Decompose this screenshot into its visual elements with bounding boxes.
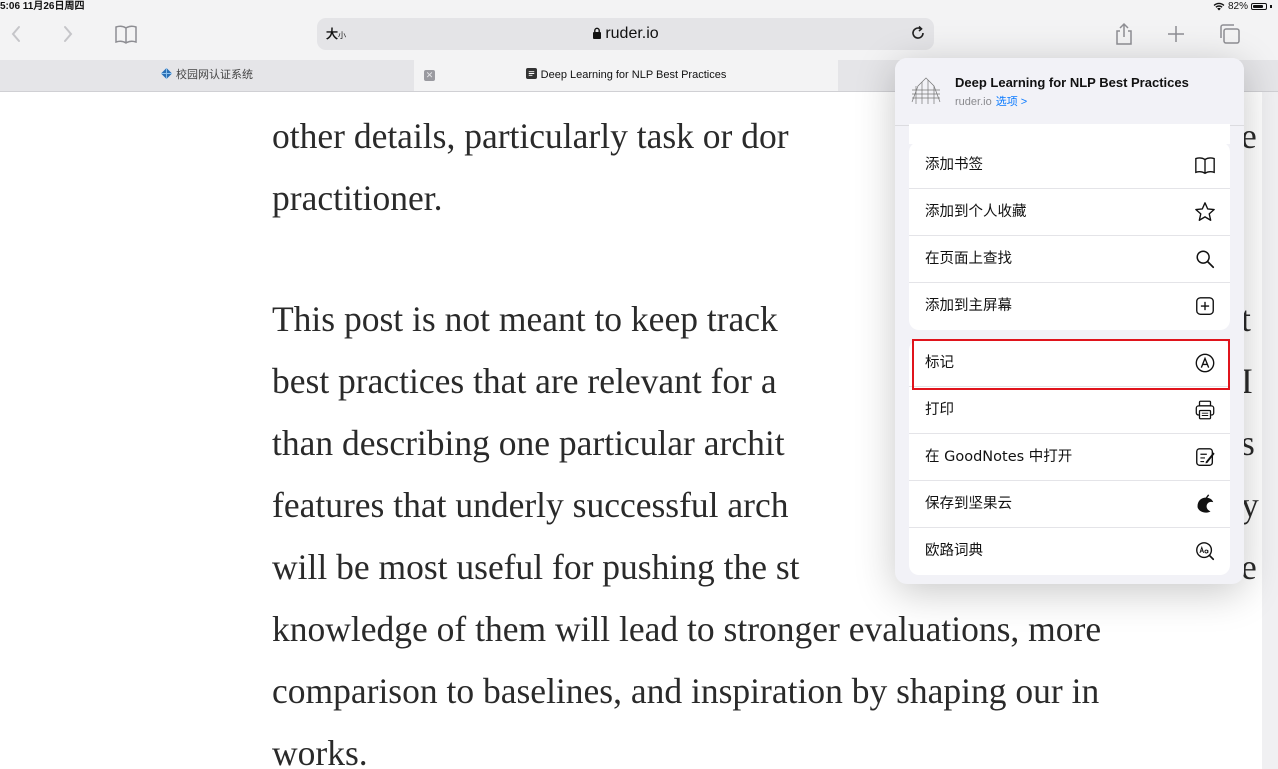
lock-icon	[593, 27, 602, 39]
action-label: 在 GoodNotes 中打开	[925, 449, 1073, 465]
forward-button[interactable]	[60, 20, 76, 48]
share-page-domain: ruder.io	[955, 96, 992, 108]
action-label: 添加到个人收藏	[925, 204, 1027, 220]
wifi-icon	[1213, 2, 1225, 11]
address-bar[interactable]: 大小 ruder.io	[317, 18, 934, 50]
paragraph-line: knowledge of them will lead to stronger …	[272, 609, 1102, 649]
battery-percent: 82%	[1227, 1, 1248, 12]
markup-highlight-box	[912, 339, 1230, 390]
tabs-overview-button[interactable]	[1218, 20, 1242, 48]
reload-button[interactable]	[910, 18, 926, 50]
status-time-date: 5:06 11月26日周四	[0, 1, 85, 12]
url-text: ruder.io	[605, 25, 659, 42]
action-label: 添加书签	[925, 157, 983, 173]
action-add-bookmark[interactable]: 添加书签	[909, 142, 1230, 189]
battery-cap	[1270, 5, 1272, 8]
chevron-left-icon	[11, 26, 20, 42]
action-print[interactable]: 打印	[909, 387, 1230, 434]
action-eudic[interactable]: 欧路词典	[909, 528, 1230, 575]
url-display[interactable]: ruder.io	[317, 18, 934, 50]
page-edge-strip	[1262, 92, 1278, 769]
search-icon	[1196, 250, 1215, 269]
share-button[interactable]	[1113, 20, 1135, 48]
print-icon	[1195, 400, 1215, 420]
share-sheet: Deep Learning for NLP Best Practices rud…	[895, 58, 1244, 584]
back-button[interactable]	[8, 20, 24, 48]
nutstore-icon	[1197, 494, 1214, 513]
paragraph-line: works.	[272, 733, 368, 769]
action-save-nutstore[interactable]: 保存到坚果云	[909, 481, 1230, 528]
add-square-icon	[1196, 297, 1214, 315]
action-label: 欧路词典	[925, 543, 983, 559]
action-label: 添加到主屏幕	[925, 298, 1012, 314]
paragraph-line: other details, particularly task or dor	[272, 116, 789, 156]
battery-icon	[1251, 3, 1267, 10]
book-icon	[1195, 157, 1215, 175]
tabs-icon	[1220, 24, 1240, 44]
page-thumbnail-icon	[908, 72, 944, 108]
tab-campus-auth[interactable]: 校园网认证系统	[0, 60, 414, 91]
share-actions-group: 添加书签 添加到个人收藏 在页面上查找 添加到主屏幕	[909, 142, 1230, 330]
reload-icon	[912, 25, 924, 39]
action-label: 打印	[925, 402, 954, 418]
share-page-domain-row: ruder.io 选项 >	[955, 93, 1027, 109]
tab-label: 校园网认证系统	[176, 69, 253, 81]
action-add-favorites[interactable]: 添加到个人收藏	[909, 189, 1230, 236]
share-page-title: Deep Learning for NLP Best Practices	[955, 75, 1189, 90]
scrolled-row-peek	[909, 124, 1230, 144]
share-icon	[1116, 22, 1132, 45]
book-icon	[115, 25, 137, 44]
paragraph: other details, particularly task or dor …	[272, 105, 789, 229]
ruder-favicon-icon	[525, 68, 537, 79]
paragraph-line: comparison to baselines, and inspiration…	[272, 671, 1100, 711]
action-label: 保存到坚果云	[925, 496, 1012, 512]
star-icon	[1195, 202, 1215, 221]
new-tab-button[interactable]	[1165, 20, 1187, 48]
action-find-on-page[interactable]: 在页面上查找	[909, 236, 1230, 283]
action-add-home-screen[interactable]: 添加到主屏幕	[909, 283, 1230, 330]
paragraph-line: practitioner.	[272, 178, 443, 218]
chevron-right-icon	[64, 26, 73, 42]
share-sheet-header: Deep Learning for NLP Best Practices rud…	[895, 58, 1244, 126]
goodnotes-icon	[1196, 448, 1215, 466]
action-open-goodnotes[interactable]: 在 GoodNotes 中打开	[909, 434, 1230, 481]
bookmarks-button[interactable]	[113, 20, 139, 48]
action-label: 在页面上查找	[925, 251, 1012, 267]
options-link[interactable]: 选项 >	[996, 96, 1027, 108]
tab-label: Deep Learning for NLP Best Practices	[540, 69, 727, 81]
browser-toolbar: 大小 ruder.io	[0, 14, 1278, 60]
close-tab-icon[interactable]: ✕	[424, 70, 435, 81]
status-bar: 5:06 11月26日周四 82%	[0, 0, 1278, 14]
status-right: 82%	[1213, 0, 1272, 13]
tab-ruder[interactable]: ✕ Deep Learning for NLP Best Practices	[414, 60, 838, 91]
dictionary-icon	[1196, 542, 1215, 561]
plus-icon	[1168, 26, 1184, 42]
campus-favicon-icon	[161, 68, 172, 79]
